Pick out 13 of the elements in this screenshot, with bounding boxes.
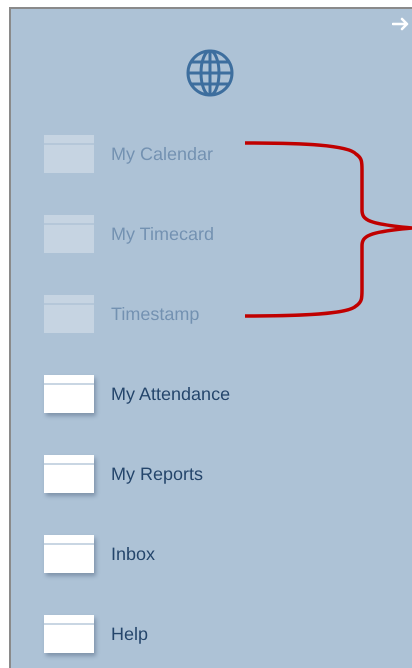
window-icon — [44, 455, 94, 493]
menu-item[interactable]: My Attendance — [44, 375, 412, 413]
window-icon — [44, 135, 94, 173]
window-icon — [44, 615, 94, 653]
window-icon — [44, 295, 94, 333]
window-icon — [44, 215, 94, 253]
window-icon — [44, 535, 94, 573]
menu-item[interactable]: Help — [44, 615, 412, 653]
globe-icon — [184, 48, 234, 98]
menu-item[interactable]: My Reports — [44, 455, 412, 493]
window-icon — [44, 375, 94, 413]
menu-item[interactable]: Inbox — [44, 535, 412, 573]
arrow-icon[interactable] — [392, 17, 410, 31]
